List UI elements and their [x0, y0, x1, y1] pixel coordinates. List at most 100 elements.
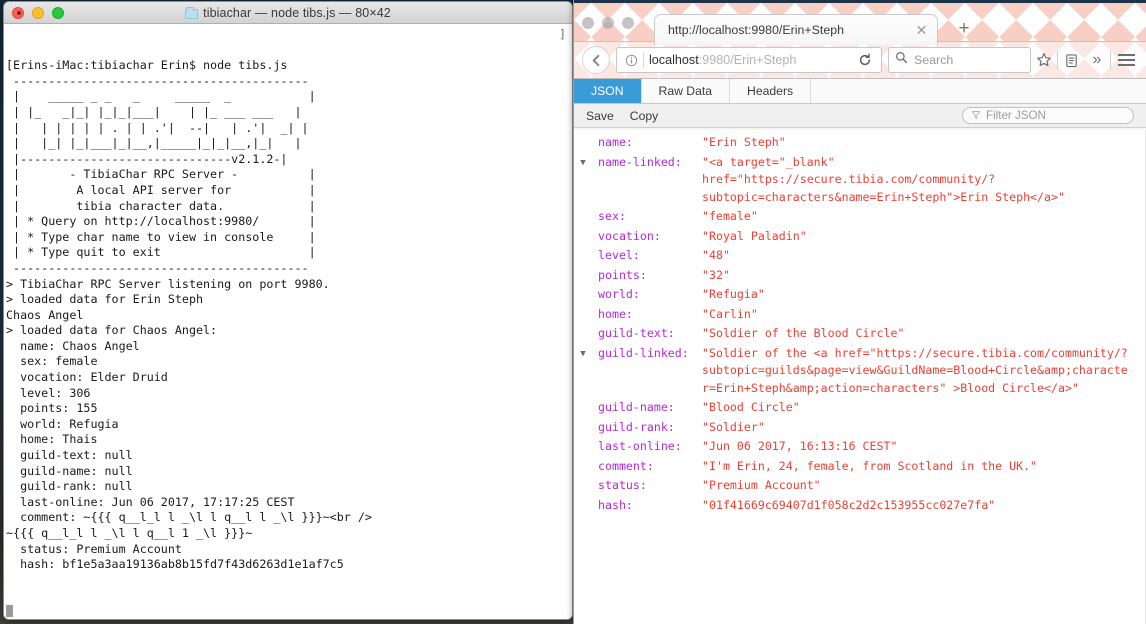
json-row[interactable]: guild-rank: "Soldier"	[574, 418, 1146, 438]
json-row[interactable]: status: "Premium Account"	[574, 476, 1146, 496]
json-key: vocation:	[598, 228, 661, 243]
search-bar[interactable]: Search	[888, 47, 1031, 73]
browser-tab[interactable]: http://localhost:9980/Erin+Steph ✕	[654, 14, 938, 45]
json-value: "<a target="_blank" href="https://secure…	[702, 154, 1065, 204]
json-key: last-online:	[598, 439, 682, 453]
json-row[interactable]: comment: "I'm Erin, 24, female, from Scot…	[574, 457, 1146, 477]
json-viewer-tabs: JSON Raw Data Headers	[574, 79, 1146, 104]
json-key: sex:	[598, 209, 626, 223]
close-icon[interactable]: ✕	[914, 23, 929, 38]
terminal-line: level: 306	[6, 385, 91, 400]
chevron-down-icon[interactable]: ▼	[574, 154, 590, 172]
terminal-line: | |_ _|_| |_|_|___| | |_ ___ ___ |	[6, 104, 302, 119]
filter-json-placeholder: Filter JSON	[986, 109, 1046, 122]
browser-window-controls[interactable]	[582, 17, 634, 29]
json-viewer-content[interactable]: name: "Erin Steph" ▼ name-linked: "<a target…	[574, 130, 1146, 624]
json-key: points:	[598, 267, 647, 282]
json-key: guild-name:	[598, 400, 675, 414]
identity-info-icon[interactable]	[621, 54, 641, 67]
json-value: "01f41669c69407d1f058c2d2c153955cc027e7f…	[702, 497, 996, 512]
json-key: comment:	[598, 458, 654, 473]
json-value: "Premium Account"	[702, 478, 821, 492]
terminal-line: name: Chaos Angel	[6, 338, 140, 353]
terminal-line: | * Query on http://localhost:9980/ |	[6, 214, 316, 229]
json-key: home:	[598, 306, 633, 321]
terminal-line: hash: bf1e5a3aa19136ab8b15fd7f43d6263d1e…	[6, 557, 344, 572]
browser-close-button[interactable]	[582, 17, 594, 29]
reload-icon[interactable]	[853, 53, 877, 67]
url-bar[interactable]: localhost:9980/Erin+Steph	[616, 47, 882, 73]
json-row[interactable]: vocation: "Royal Paladin"	[574, 227, 1146, 247]
library-icon[interactable]	[1058, 47, 1084, 73]
terminal-line: guild-name: null	[6, 463, 133, 478]
json-row[interactable]: points: "32"	[574, 266, 1146, 286]
json-row[interactable]: last-online: "Jun 06 2017, 16:13:16 CEST"	[574, 437, 1146, 457]
terminal-line: guild-text: null	[6, 448, 133, 463]
json-row[interactable]: home: "Carlin"	[574, 305, 1146, 325]
json-row[interactable]: ▼ name-linked: "<a target="_blank" href="h…	[574, 153, 1146, 208]
terminal-line: | * Type quit to exit |	[6, 245, 316, 260]
json-value: "Carlin"	[702, 306, 758, 321]
json-value: "Refugia"	[702, 287, 765, 301]
terminal-line: | A local API server for |	[6, 182, 316, 197]
url-host: localhost	[649, 53, 699, 67]
json-key: world:	[598, 287, 640, 301]
json-row[interactable]: sex: "female"	[574, 207, 1146, 227]
json-row[interactable]: name: "Erin Steph"	[574, 133, 1146, 153]
menu-hamburger-icon[interactable]	[1111, 47, 1141, 73]
search-input[interactable]: Search	[914, 53, 953, 67]
json-value: "Jun 06 2017, 16:13:16 CEST"	[702, 439, 898, 453]
tab-headers[interactable]: Headers	[730, 79, 812, 103]
bookmark-star-icon[interactable]	[1031, 47, 1057, 73]
json-value: "Erin Steph"	[702, 135, 786, 149]
terminal-line: | - TibiaChar RPC Server - |	[6, 167, 316, 182]
terminal-titlebar[interactable]: tibiachar — node tibs.js — 80×42	[4, 2, 572, 24]
filter-json-input[interactable]: Filter JSON	[962, 107, 1134, 124]
terminal-line: vocation: Elder Druid	[6, 370, 168, 385]
terminal-line: | _____ _ _ _ _____ _ |	[6, 89, 316, 104]
json-value: "Soldier"	[702, 419, 765, 434]
terminal-line: | * Type char name to view in console |	[6, 229, 316, 244]
url-path: :9980/Erin+Steph	[698, 53, 797, 67]
json-value: "Soldier of the <a href="https://secure.…	[702, 345, 1128, 395]
json-row[interactable]: hash: "01f41669c69407d1f058c2d2c153955cc0…	[574, 496, 1146, 516]
json-value: "Soldier of the Blood Circle"	[702, 326, 905, 340]
overflow-chevron-icon[interactable]: »	[1084, 47, 1110, 73]
json-key: hash:	[598, 497, 633, 512]
json-row[interactable]: ▼ guild-linked: "Soldier of the <a href="h…	[574, 344, 1146, 399]
terminal-line: Chaos Angel	[6, 307, 84, 322]
new-tab-button[interactable]: +	[954, 19, 974, 40]
json-value: "female"	[702, 209, 758, 223]
url-text[interactable]: localhost:9980/Erin+Steph	[649, 53, 853, 67]
tabs-filler	[811, 79, 1146, 103]
json-key: name-linked:	[598, 154, 682, 169]
json-row[interactable]: guild-text: "Soldier of the Blood Circle"	[574, 324, 1146, 344]
json-row[interactable]: level: "48"	[574, 246, 1146, 266]
json-key: level:	[598, 248, 640, 262]
browser-tab-title: http://localhost:9980/Erin+Steph	[668, 23, 844, 37]
terminal-window[interactable]: tibiachar — node tibs.js — 80×42 [Erins-…	[3, 1, 573, 620]
json-row[interactable]: world: "Refugia"	[574, 285, 1146, 305]
terminal-line: | tibia character data. |	[6, 198, 316, 213]
terminal-output[interactable]: [Erins-iMac:tibiachar Erin$ node tibs.js…	[4, 24, 572, 619]
terminal-line: ~{{{ q__l_l l _\l l q__l 1 _\l }}}~	[6, 526, 253, 540]
browser-window[interactable]: http://localhost:9980/Erin+Steph ✕ + loc…	[573, 0, 1146, 624]
search-icon	[895, 51, 908, 69]
json-key: status:	[598, 478, 647, 492]
filter-icon	[971, 107, 981, 125]
tab-raw-data[interactable]: Raw Data	[642, 79, 731, 103]
terminal-line: status: Premium Account	[6, 541, 182, 556]
terminal-title: tibiachar — node tibs.js — 80×42	[4, 6, 572, 20]
chevron-down-icon[interactable]: ▼	[574, 345, 590, 363]
browser-maximize-button[interactable]	[622, 17, 634, 29]
terminal-line: | | | | | | . | | .'| --| | .'| _| |	[6, 120, 309, 135]
copy-button[interactable]: Copy	[624, 107, 664, 125]
save-button[interactable]: Save	[580, 107, 620, 125]
browser-minimize-button[interactable]	[602, 17, 614, 29]
back-button[interactable]	[582, 46, 610, 74]
json-row[interactable]: guild-name: "Blood Circle"	[574, 398, 1146, 418]
tab-json[interactable]: JSON	[574, 79, 642, 103]
json-value: "48"	[702, 248, 730, 262]
terminal-line: points: 155	[6, 401, 98, 416]
terminal-line: guild-rank: null	[6, 479, 133, 494]
